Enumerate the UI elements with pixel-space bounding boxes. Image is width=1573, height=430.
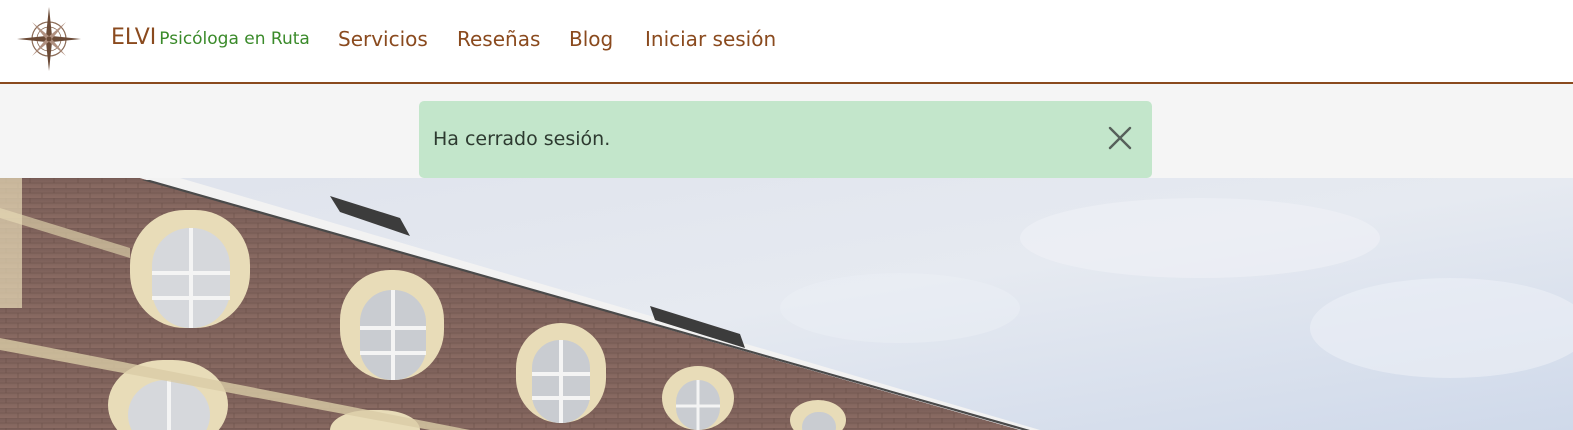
nav-link-iniciar-sesion[interactable]: Iniciar sesión	[645, 27, 776, 51]
compass-rose-icon[interactable]	[15, 5, 83, 73]
alert-message: Ha cerrado sesión.	[433, 128, 611, 150]
brand[interactable]: ELVI Psicóloga en Ruta	[111, 25, 310, 50]
brick-building-photo	[0, 178, 1573, 430]
close-icon[interactable]	[1107, 125, 1133, 151]
nav-link-resenas[interactable]: Reseñas	[457, 27, 540, 51]
logout-alert: Ha cerrado sesión.	[419, 101, 1152, 178]
hero-image	[0, 178, 1573, 430]
brand-name: ELVI	[111, 25, 157, 50]
nav-link-blog[interactable]: Blog	[569, 27, 613, 51]
navbar: ELVI Psicóloga en Ruta Servicios Reseñas …	[0, 0, 1573, 84]
nav-link-servicios[interactable]: Servicios	[338, 27, 428, 51]
brand-tagline: Psicóloga en Ruta	[159, 29, 310, 49]
